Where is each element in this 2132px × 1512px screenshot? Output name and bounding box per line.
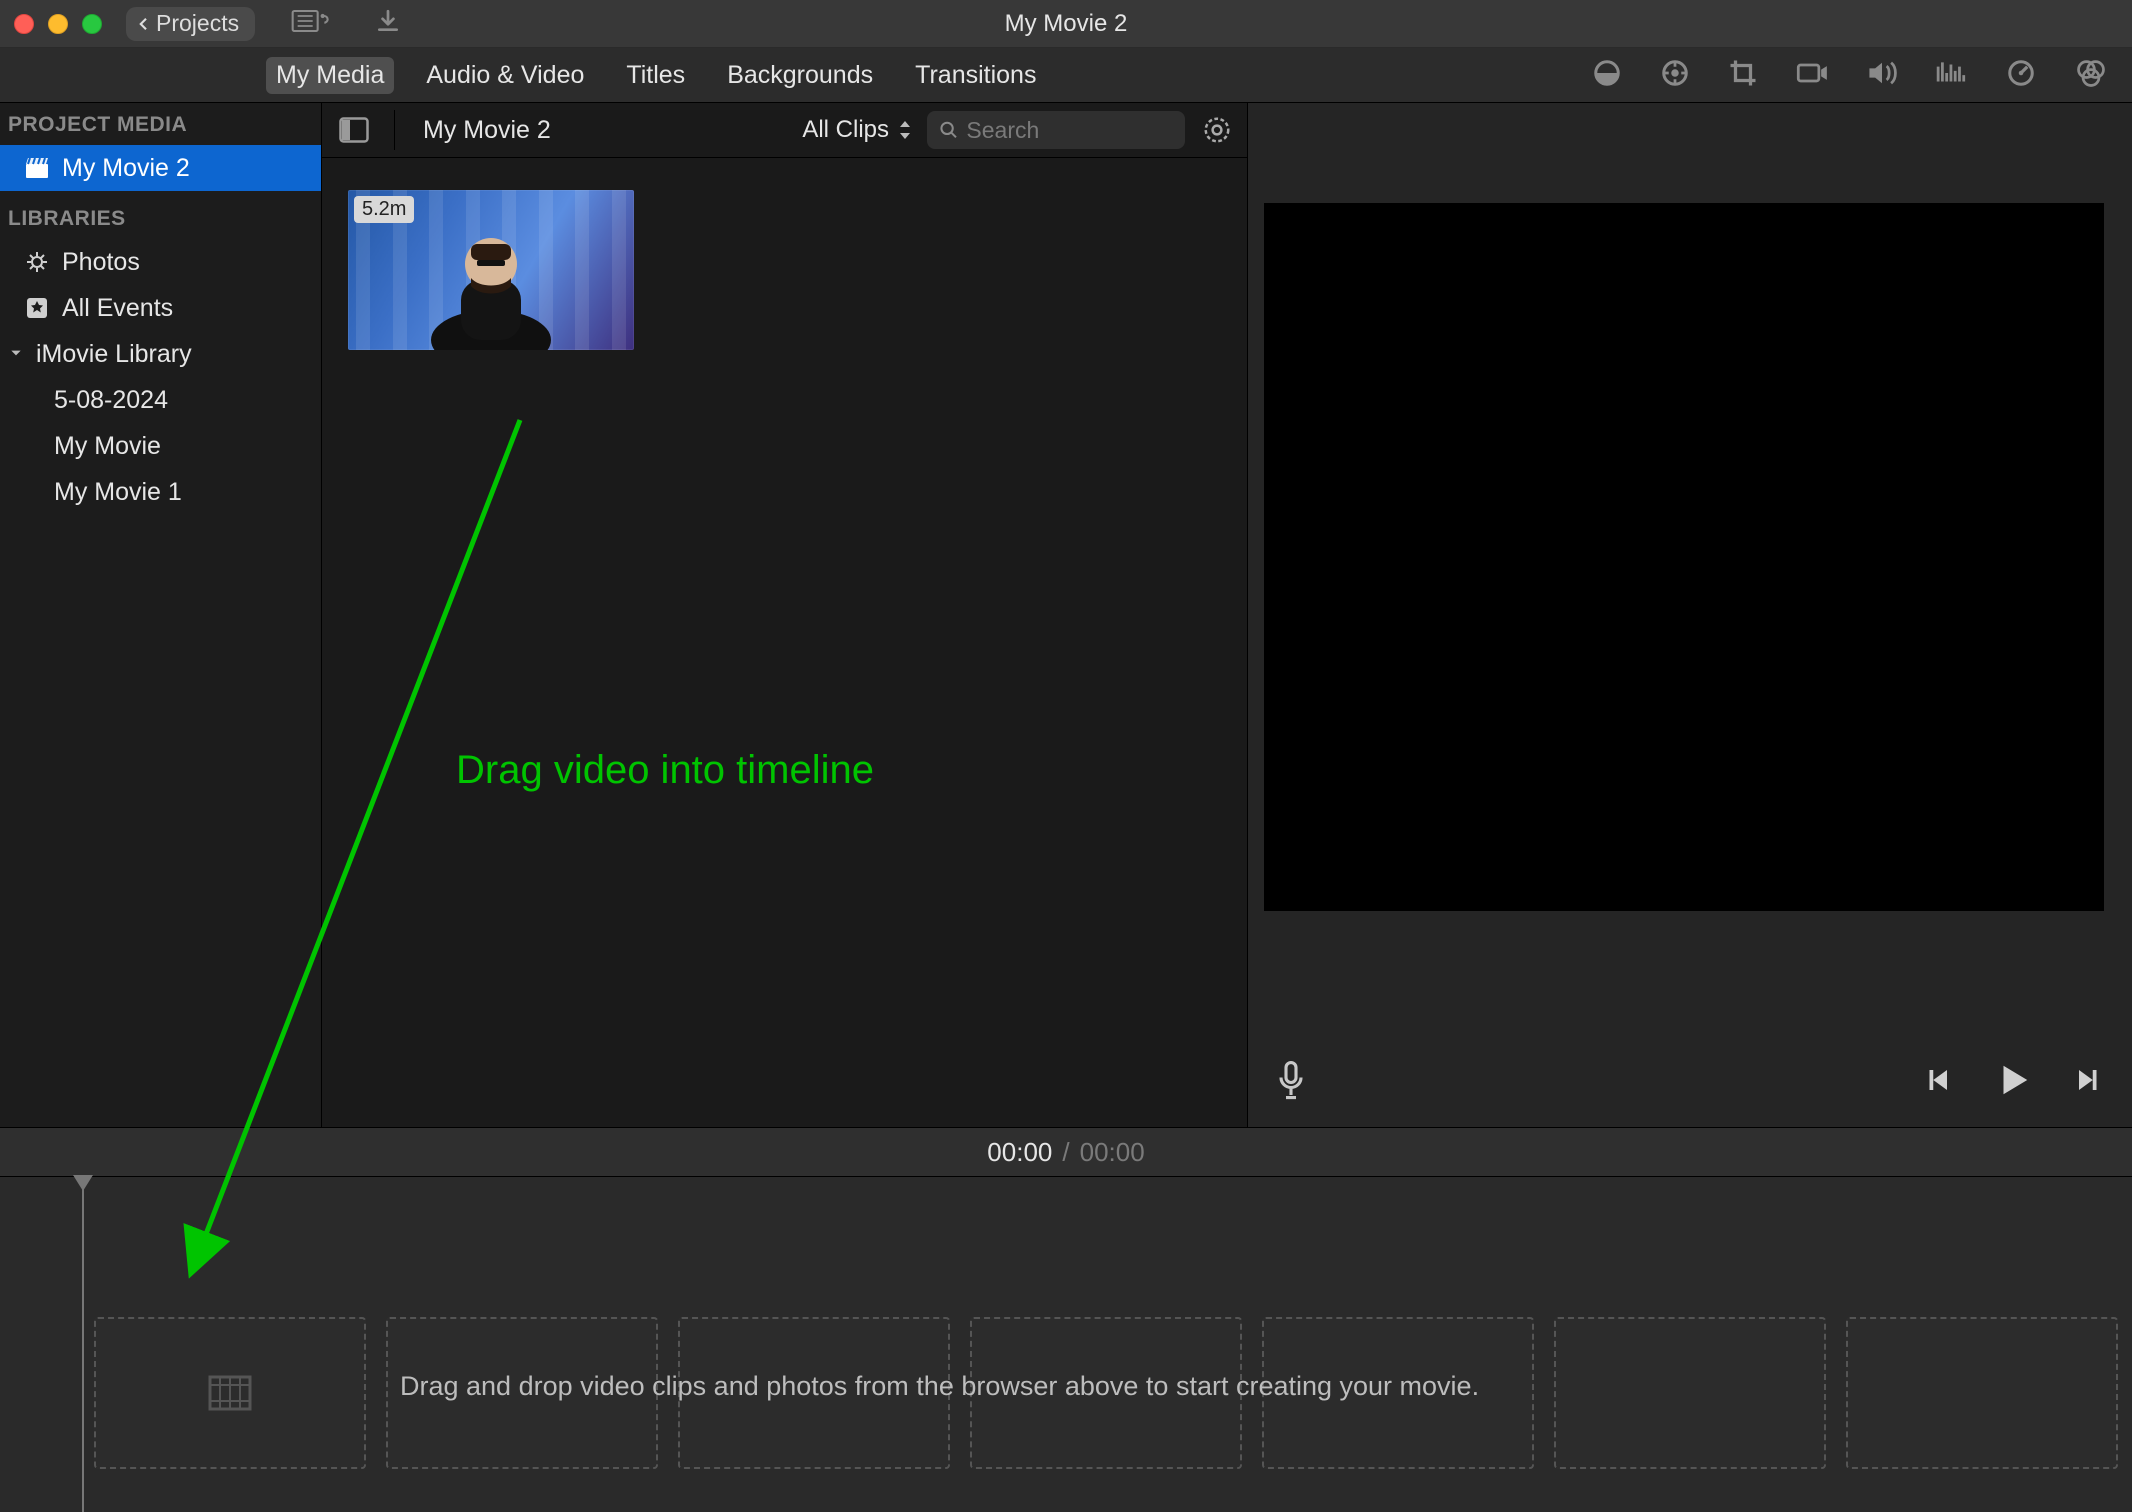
volume-icon[interactable] (1866, 59, 1898, 92)
clip-duration-badge: 5.2m (354, 196, 414, 223)
viewer-toolbar (1592, 58, 2132, 93)
crop-icon[interactable] (1728, 58, 1758, 93)
sidebar-event-label: 5-08-2024 (54, 386, 168, 415)
sidebar-event-item[interactable]: My Movie (0, 423, 321, 469)
current-time: 00:00 (987, 1137, 1052, 1168)
total-time: 00:00 (1080, 1137, 1145, 1168)
tab-audio-video[interactable]: Audio & Video (416, 57, 594, 94)
projects-back-button[interactable]: Projects (126, 7, 255, 41)
clip-filter-dropdown[interactable]: All Clips (802, 116, 913, 144)
chevron-down-icon (8, 344, 24, 365)
project-media-section-label: PROJECT MEDIA (0, 103, 321, 145)
color-balance-icon[interactable] (1592, 58, 1622, 93)
stabilization-icon[interactable] (1796, 60, 1828, 91)
sort-arrows-icon (897, 119, 913, 141)
search-field[interactable] (927, 111, 1185, 149)
timeline[interactable]: Drag and drop video clips and photos fro… (0, 1177, 2132, 1512)
previous-button[interactable] (1922, 1065, 1952, 1100)
sidebar-event-item[interactable]: 5-08-2024 (0, 377, 321, 423)
speed-icon[interactable] (2006, 58, 2036, 93)
download-icon[interactable] (375, 8, 401, 39)
minimize-window-button[interactable] (48, 14, 68, 34)
skip-forward-icon (2074, 1065, 2104, 1095)
clapperboard-icon (24, 157, 50, 179)
media-browser-header: My Movie 2 All Clips (322, 103, 1247, 158)
noise-reduction-icon[interactable] (1936, 60, 1968, 91)
viewer-panel (1248, 103, 2132, 1127)
clip-grid: 5.2m (322, 158, 1247, 382)
sidebar-item-library[interactable]: iMovie Library (0, 331, 321, 377)
browser-settings-button[interactable] (1199, 115, 1235, 145)
gear-icon (1202, 115, 1232, 145)
main-area: PROJECT MEDIA My Movie 2 LIBRARIES Photo… (0, 103, 2132, 1127)
viewer-controls (1248, 1060, 2132, 1105)
playhead[interactable] (82, 1177, 84, 1512)
tabs-bar: My Media Audio & Video Titles Background… (0, 48, 2132, 103)
sidebar-toggle-button[interactable] (334, 110, 374, 150)
projects-back-label: Projects (156, 10, 239, 37)
photos-app-icon (24, 250, 50, 274)
chevron-left-icon (134, 15, 152, 33)
import-media-icon[interactable] (291, 9, 331, 38)
sidebar-event-item[interactable]: My Movie 1 (0, 469, 321, 515)
media-browser: My Movie 2 All Clips (322, 103, 1248, 1127)
search-icon (939, 119, 958, 141)
window-controls (14, 14, 102, 34)
sidebar-item-photos[interactable]: Photos (0, 239, 321, 285)
tab-backgrounds[interactable]: Backgrounds (717, 57, 883, 94)
play-button[interactable] (1994, 1061, 2032, 1104)
fullscreen-window-button[interactable] (82, 14, 102, 34)
sidebar-library-label: iMovie Library (36, 340, 192, 369)
sidebar-photos-label: Photos (62, 248, 140, 277)
clip-filter-icon[interactable] (2074, 58, 2108, 93)
clip-filter-label: All Clips (802, 116, 889, 144)
timeline-drop-slot[interactable] (94, 1317, 366, 1469)
playback-controls (1922, 1061, 2104, 1104)
timeline-hint-text: Drag and drop video clips and photos fro… (400, 1371, 1479, 1402)
media-browser-title: My Movie 2 (423, 116, 551, 145)
time-separator: / (1062, 1137, 1069, 1168)
tab-my-media[interactable]: My Media (266, 57, 394, 94)
next-button[interactable] (2074, 1065, 2104, 1100)
microphone-icon (1276, 1060, 1306, 1100)
filmstrip-icon (206, 1373, 254, 1413)
tab-titles[interactable]: Titles (616, 57, 695, 94)
titlebar: Projects My Movie 2 (0, 0, 2132, 48)
sidebar-active-project-label: My Movie 2 (62, 154, 190, 183)
toolbar-icons (291, 8, 401, 39)
window-title: My Movie 2 (1005, 10, 1128, 38)
divider (394, 110, 395, 150)
star-box-icon (24, 296, 50, 320)
search-input[interactable] (966, 117, 1173, 144)
timeline-drop-slot[interactable] (1846, 1317, 2118, 1469)
viewer-canvas (1264, 203, 2104, 911)
tab-transitions[interactable]: Transitions (905, 57, 1046, 94)
play-icon (1994, 1061, 2032, 1099)
skip-back-icon (1922, 1065, 1952, 1095)
close-window-button[interactable] (14, 14, 34, 34)
voiceover-button[interactable] (1276, 1060, 1306, 1105)
libraries-section-label: LIBRARIES (0, 197, 321, 239)
sidebar: PROJECT MEDIA My Movie 2 LIBRARIES Photo… (0, 103, 322, 1127)
color-correction-icon[interactable] (1660, 58, 1690, 93)
clip-thumbnail[interactable]: 5.2m (348, 190, 634, 350)
person-silhouette-icon (421, 220, 561, 350)
time-indicator-bar: 00:00 / 00:00 (0, 1127, 2132, 1177)
sidebar-item-project-active[interactable]: My Movie 2 (0, 145, 321, 191)
sidebar-event-label: My Movie 1 (54, 478, 182, 507)
sidebar-all-events-label: All Events (62, 294, 173, 323)
timeline-drop-slot[interactable] (1554, 1317, 1826, 1469)
sidebar-event-label: My Movie (54, 432, 161, 461)
sidebar-item-all-events[interactable]: All Events (0, 285, 321, 331)
